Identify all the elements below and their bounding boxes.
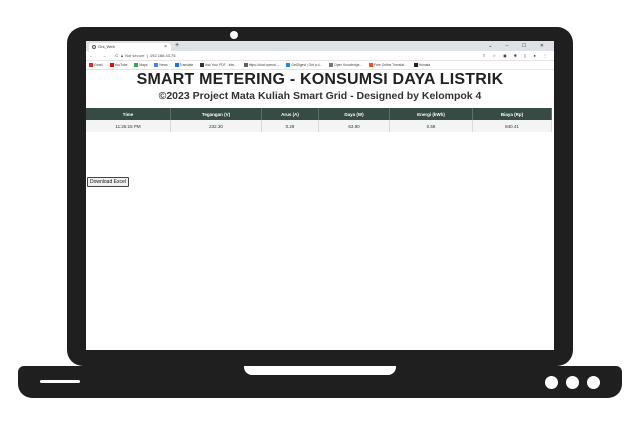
- cell-biaya: 840.41: [472, 120, 552, 132]
- base-notch: [244, 366, 396, 375]
- base-dot-3: [587, 376, 600, 389]
- globe-icon: [92, 44, 96, 49]
- col-time-header: Time: [86, 108, 171, 120]
- webcam-dot: [230, 31, 238, 39]
- bookmarks-bar: Gmail YouTube Maps News Translate Ask Yo…: [86, 61, 554, 70]
- cell-time: 11:26:15 PM: [86, 120, 171, 132]
- col-arus-header: Arus (A): [261, 108, 319, 120]
- omnibox[interactable]: ▲ Not secure | 192.168.43.75: [120, 52, 530, 59]
- page-title: SMART METERING - KONSUMSI DAYA LISTRIK: [136, 71, 504, 88]
- cell-tegangan: 232.30: [170, 120, 262, 132]
- window-controls[interactable]: ⌄ – ☐ ✕: [488, 42, 550, 50]
- bookmark-translate[interactable]: Translate: [174, 61, 193, 69]
- base-line: [40, 380, 80, 383]
- col-energi-header: Energi (kWh): [389, 108, 473, 120]
- browser-tab[interactable]: Grs_Web ×: [89, 43, 171, 51]
- cell-energi: 0.58: [389, 120, 473, 132]
- tab-title: Grs_Web: [98, 44, 115, 49]
- bookmark-askpdf[interactable]: Ask Your PDF - Inte...: [200, 61, 237, 69]
- extensions-icons[interactable]: ⇪ ☆ ◼ ✱ ▯ ● ⋮: [482, 51, 550, 60]
- nav-buttons[interactable]: ← → C: [89, 51, 122, 60]
- tab-close-icon[interactable]: ×: [164, 43, 167, 51]
- url-text: 192.168.43.75: [149, 53, 176, 58]
- bookmark-getdigest[interactable]: GetDigest | Get a d...: [286, 61, 322, 69]
- base-dot-2: [566, 376, 579, 389]
- base-dot-1: [545, 376, 558, 389]
- bookmark-translator[interactable]: Free Online Translat...: [369, 61, 407, 69]
- download-excel-button[interactable]: Download Excel: [87, 177, 129, 187]
- col-biaya-header: Biaya (Rp): [472, 108, 552, 120]
- bookmark-chatgpt[interactable]: https://chat.openai....: [243, 61, 279, 69]
- col-tegangan-header: Tegangan (V): [170, 108, 262, 120]
- page-content: SMART METERING - KONSUMSI DAYA LISTRIK ©…: [86, 71, 554, 187]
- col-daya-header: Daya (W): [318, 108, 390, 120]
- metering-table: Time Tegangan (V) Arus (A) Daya (W) Ener…: [86, 108, 552, 132]
- address-bar: ← → C ▲ Not secure | 192.168.43.75 ⇪ ☆ ◼…: [86, 51, 554, 61]
- cell-arus: 0.28: [261, 120, 319, 132]
- page-subtitle: ©2023 Project Mata Kuliah Smart Grid - D…: [158, 90, 482, 102]
- bookmark-maps[interactable]: Maps: [134, 61, 147, 69]
- tab-bar: Grs_Web × + ⌄ – ☐ ✕: [86, 41, 554, 51]
- new-tab-button[interactable]: +: [175, 42, 179, 50]
- not-secure-label: ▲ Not secure: [120, 53, 145, 58]
- bookmark-youtube[interactable]: YouTube: [109, 61, 128, 69]
- browser-window: Grs_Web × + ⌄ – ☐ ✕ ← → C ▲ Not secure |…: [86, 41, 554, 350]
- table-header-row: Time Tegangan (V) Arus (A) Daya (W) Ener…: [86, 108, 552, 120]
- bookmark-news[interactable]: News: [154, 61, 168, 69]
- bookmark-humata[interactable]: Humata: [413, 61, 430, 69]
- cell-daya: 63.80: [318, 120, 390, 132]
- bookmark-openknowledge[interactable]: Open Knowledge...: [329, 61, 362, 69]
- bookmark-gmail[interactable]: Gmail: [89, 61, 103, 69]
- table-row: 11:26:15 PM 232.30 0.28 63.80 0.58 840.4…: [86, 120, 552, 132]
